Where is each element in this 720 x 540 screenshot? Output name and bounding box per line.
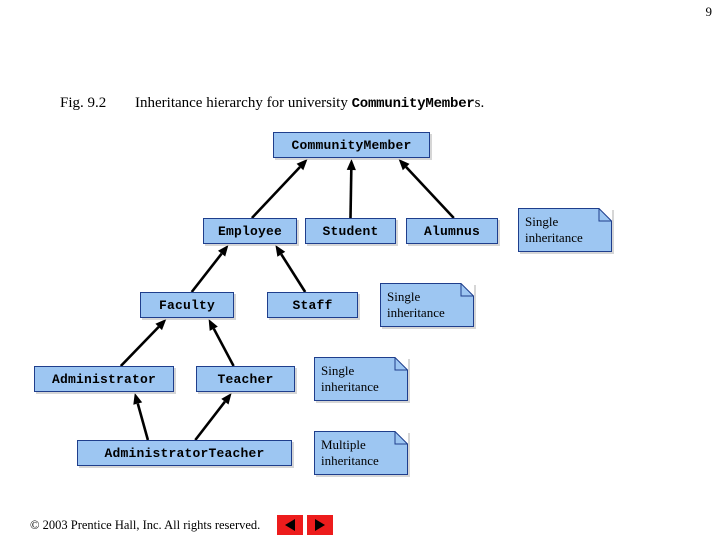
class-box-label: AdministratorTeacher	[104, 445, 265, 461]
note-line-1: Single	[321, 363, 355, 378]
class-box-label: Faculty	[158, 297, 215, 313]
class-box-label: Administrator	[51, 371, 157, 387]
note-line-1: Single	[525, 214, 559, 229]
triangle-left-icon	[285, 519, 295, 531]
page-number: 9	[705, 4, 713, 19]
inheritance-arrowhead-administrator-teacher-to-administrator	[133, 393, 143, 405]
triangle-right-icon	[315, 519, 325, 531]
note-note-single-2: Single inheritance	[380, 283, 474, 327]
class-box-label: Staff	[292, 297, 333, 313]
inheritance-line-staff-to-employee	[280, 253, 307, 293]
inheritance-arrowhead-student-to-community-member	[346, 159, 356, 171]
figure-label: Fig. 9.2	[60, 95, 107, 111]
inheritance-line-employee-to-community-member	[250, 166, 301, 219]
inheritance-line-teacher-to-faculty	[212, 328, 235, 367]
class-box-administrator-teacher: AdministratorTeacher	[77, 440, 292, 466]
note-note-single-3: Single inheritance	[314, 357, 408, 401]
inheritance-line-faculty-to-employee	[190, 252, 223, 293]
class-box-label: Student	[322, 223, 379, 239]
inheritance-arrowhead-employee-to-community-member	[296, 159, 308, 171]
class-box-label: Employee	[217, 223, 282, 239]
note-text: Single inheritance	[321, 363, 400, 395]
previous-slide-button[interactable]	[277, 515, 303, 535]
note-text: Single inheritance	[525, 214, 604, 246]
note-line-2: inheritance	[387, 305, 445, 320]
class-box-alumnus: Alumnus	[406, 218, 498, 244]
inheritance-line-administrator-to-faculty	[119, 325, 160, 367]
note-text: Multiple inheritance	[321, 437, 400, 469]
caption-code-term: CommunityMember	[351, 96, 475, 112]
copyright-notice: © 2003 Prentice Hall, Inc. All rights re…	[30, 518, 261, 532]
inheritance-line-alumnus-to-community-member	[405, 166, 455, 219]
class-box-employee: Employee	[203, 218, 297, 244]
class-box-label: Alumnus	[423, 223, 480, 239]
note-line-2: inheritance	[525, 230, 583, 245]
inheritance-arrowhead-staff-to-employee	[275, 245, 286, 257]
note-line-2: inheritance	[321, 379, 379, 394]
note-note-single-1: Single inheritance	[518, 208, 612, 252]
note-line-1: Single	[387, 289, 421, 304]
inheritance-line-administrator-teacher-to-teacher	[194, 400, 226, 441]
note-note-multiple-1: Multiple inheritance	[314, 431, 408, 475]
note-line-1: Multiple	[321, 437, 366, 452]
inheritance-arrowhead-teacher-to-faculty	[208, 319, 218, 331]
class-box-label: CommunityMember	[291, 137, 412, 153]
inheritance-arrowhead-alumnus-to-community-member	[398, 159, 410, 171]
class-box-staff: Staff	[267, 292, 358, 318]
inheritance-line-administrator-teacher-to-administrator	[136, 403, 150, 441]
class-box-community-member: CommunityMember	[273, 132, 430, 158]
inheritance-arrowhead-administrator-to-faculty	[155, 319, 167, 331]
note-line-2: inheritance	[321, 453, 379, 468]
next-slide-button[interactable]	[307, 515, 333, 535]
inheritance-arrowhead-administrator-teacher-to-teacher	[221, 393, 232, 405]
slide-canvas: 9 Fig. 9.2 Inheritance hierarchy for univ…	[0, 0, 720, 540]
inheritance-line-student-to-community-member	[349, 169, 353, 219]
figure-caption: Fig. 9.2 Inheritance hierarchy for univer…	[60, 94, 484, 114]
caption-text-after: s.	[474, 95, 485, 111]
class-box-student: Student	[305, 218, 396, 244]
class-box-faculty: Faculty	[140, 292, 234, 318]
class-box-administrator: Administrator	[34, 366, 174, 392]
note-text: Single inheritance	[387, 289, 466, 321]
caption-text-before: Inheritance hierarchy for university	[135, 95, 352, 111]
class-box-teacher: Teacher	[196, 366, 295, 392]
inheritance-arrowhead-faculty-to-employee	[218, 245, 229, 257]
class-box-label: Teacher	[217, 371, 274, 387]
